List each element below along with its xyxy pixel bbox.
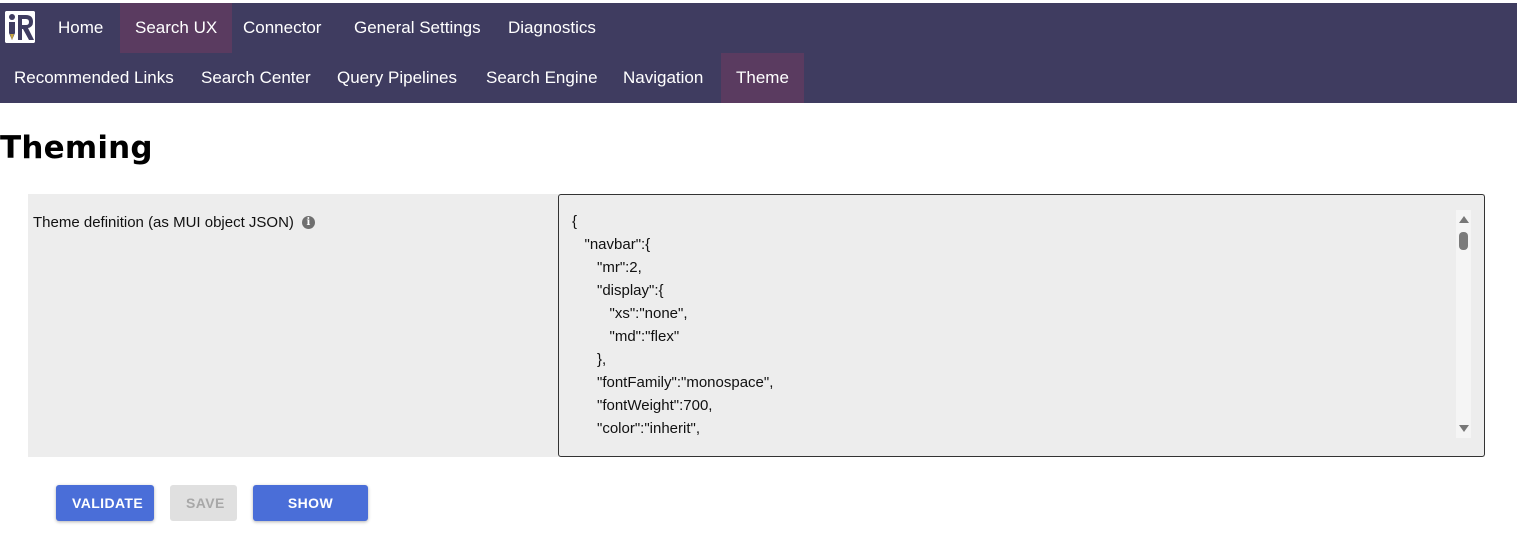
scroll-thumb[interactable] (1459, 232, 1468, 250)
subnav-search-engine[interactable]: Search Engine (471, 53, 613, 103)
theme-json-content[interactable]: { "navbar":{ "mr":2, "display":{ "xs":"n… (572, 210, 773, 440)
sub-nav: Recommended Links Search Center Query Pi… (0, 53, 1517, 103)
nav-general-settings[interactable]: General Settings (339, 3, 496, 53)
nav-connector[interactable]: Connector (228, 3, 336, 53)
top-navigation-bar: Home Search UX Connector General Setting… (0, 3, 1517, 103)
theme-json-editor[interactable]: { "navbar":{ "mr":2, "display":{ "xs":"n… (558, 194, 1485, 457)
scroll-down-arrow-icon[interactable] (1459, 425, 1469, 432)
nav-diagnostics[interactable]: Diagnostics (493, 3, 611, 53)
theme-definition-label-group: Theme definition (as MUI object JSON) i (33, 214, 315, 231)
logo-icon (5, 11, 35, 43)
validate-button[interactable]: VALIDATE (56, 485, 154, 521)
theme-definition-row: Theme definition (as MUI object JSON) i … (28, 194, 1485, 457)
show-json-button[interactable]: SHOW JSON (253, 485, 368, 547)
info-icon[interactable]: i (301, 216, 315, 229)
subnav-recommended-links[interactable]: Recommended Links (0, 53, 189, 103)
subnav-navigation[interactable]: Navigation (608, 53, 718, 103)
main-nav: Home Search UX Connector General Setting… (0, 3, 1517, 53)
subnav-query-pipelines[interactable]: Query Pipelines (322, 53, 472, 103)
scroll-up-arrow-icon[interactable] (1459, 216, 1469, 223)
editor-scrollbar[interactable] (1456, 210, 1471, 438)
nav-search-ux[interactable]: Search UX (120, 3, 233, 53)
subnav-search-center[interactable]: Search Center (186, 53, 326, 103)
subnav-theme[interactable]: Theme (721, 53, 804, 103)
save-button[interactable]: SAVE (170, 485, 237, 521)
theme-definition-label: Theme definition (as MUI object JSON) (33, 214, 294, 231)
nav-home[interactable]: Home (43, 3, 118, 53)
app-logo[interactable] (5, 11, 35, 43)
page-title: Theming (0, 130, 153, 166)
